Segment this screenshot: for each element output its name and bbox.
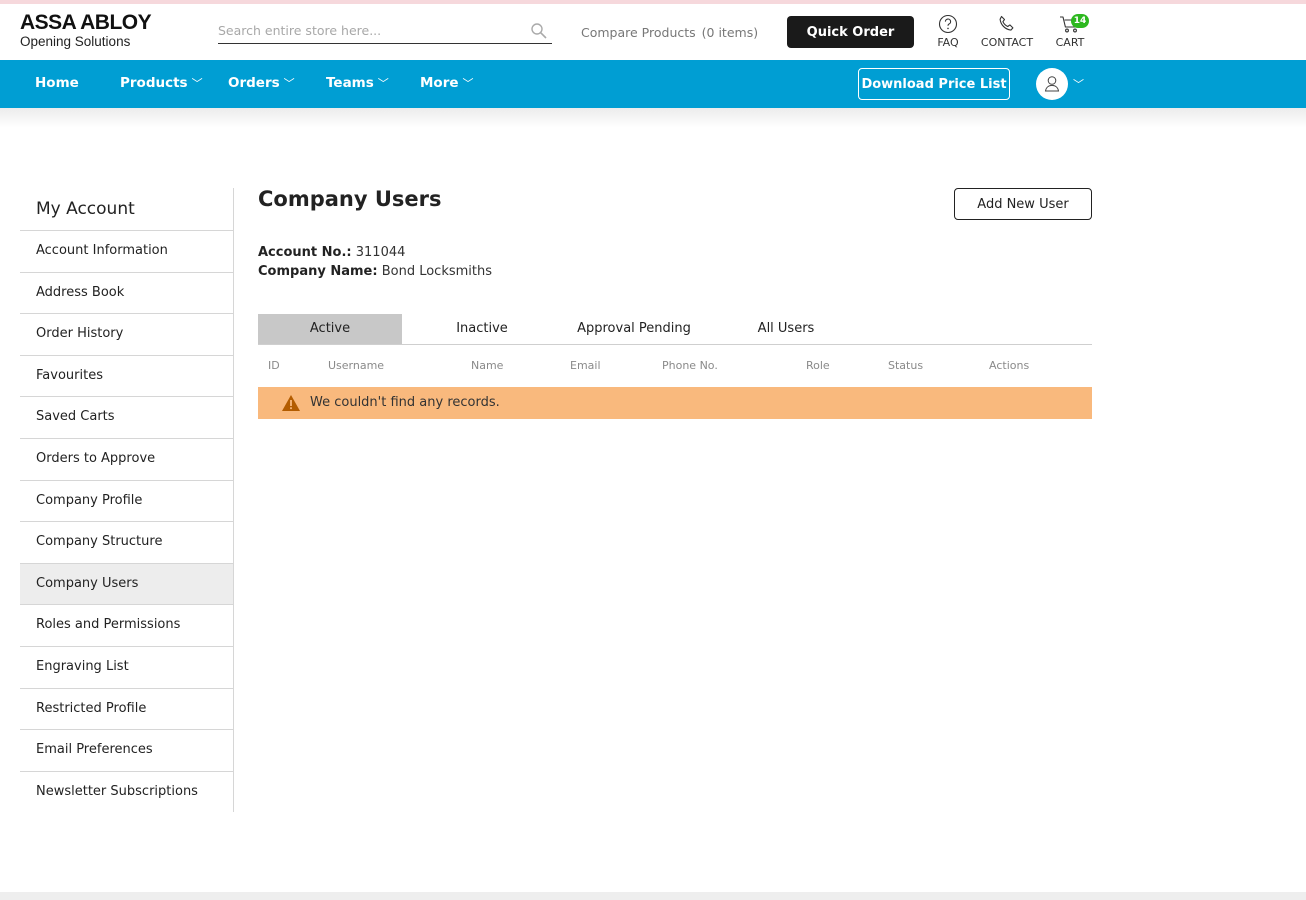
faq-link[interactable]: FAQ [930,14,966,49]
chevron-down-icon: ﹀ [283,77,295,90]
contact-link[interactable]: CONTACT [978,14,1036,49]
tab-inactive[interactable]: Inactive [432,314,532,344]
account-chevron-down-icon[interactable]: ﹀ [1073,76,1084,92]
sidebar-item-restricted-profile[interactable]: Restricted Profile [20,687,233,730]
column-header-role[interactable]: Role [806,359,830,372]
account-number-value: 311044 [355,245,406,260]
user-status-tabs: Active Inactive Approval Pending All Use… [258,314,1092,345]
tab-all-users[interactable]: All Users [742,314,830,344]
logo-subtext: Opening Solutions [20,34,131,49]
compare-products-link[interactable]: Compare Products (0 items) [581,25,758,40]
sidebar-item-orders-to-approve[interactable]: Orders to Approve [20,437,233,480]
company-name-value: Bond Locksmiths [381,264,493,279]
nav-shadow [0,108,1306,128]
nav-item-label: Home [35,75,79,91]
add-new-user-button[interactable]: Add New User [954,188,1092,220]
account-number-label: Account No.: [258,245,352,260]
company-name: Company Name: Bond Locksmiths [258,264,492,279]
sidebar-list: Account Information Address Book Order H… [20,230,233,812]
empty-records-message: We couldn't find any records. [310,395,500,410]
nav-item-home[interactable]: Home [35,75,79,91]
sidebar-item-company-users[interactable]: Company Users [20,562,233,605]
chevron-down-icon: ﹀ [462,77,474,90]
sidebar-item-account-information[interactable]: Account Information [20,230,233,272]
quick-order-button[interactable]: Quick Order [787,16,914,48]
nav-item-label: Products [120,75,188,91]
search-input[interactable] [218,18,518,42]
chevron-down-icon: ﹀ [377,77,389,90]
cart-count-badge: 14 [1071,14,1089,28]
nav-item-label: Orders [228,75,280,91]
chevron-down-icon: ﹀ [191,77,203,90]
compare-label: Compare Products [581,25,696,40]
phone-icon [999,15,1014,31]
sidebar-item-company-profile[interactable]: Company Profile [20,479,233,522]
assa-abloy-logo[interactable]: ASSA ABLOY Opening Solutions [20,11,152,50]
column-header-id[interactable]: ID [268,359,280,372]
tab-approval-pending[interactable]: Approval Pending [564,314,704,344]
nav-item-teams[interactable]: Teams ﹀ [326,75,389,91]
sidebar-item-address-book[interactable]: Address Book [20,271,233,314]
account-sidebar: My Account Account Information Address B… [20,188,234,812]
sidebar-item-newsletter-subscriptions[interactable]: Newsletter Subscriptions [20,770,233,813]
sidebar-item-engraving-list[interactable]: Engraving List [20,645,233,688]
sidebar-item-roles-and-permissions[interactable]: Roles and Permissions [20,604,233,646]
warning-icon [282,395,300,411]
tab-active[interactable]: Active [258,314,402,344]
cart-link[interactable]: CART 14 [1050,14,1090,49]
sidebar-item-order-history[interactable]: Order History [20,313,233,355]
nav-item-label: More [420,75,459,91]
column-header-phone[interactable]: Phone No. [662,359,718,372]
sidebar-item-company-structure[interactable]: Company Structure [20,521,233,563]
footer-band [0,892,1306,900]
main-nav: Home Products ﹀ Orders ﹀ Teams ﹀ More ﹀ Down… [0,60,1306,108]
faq-label: FAQ [937,36,959,49]
logo-text: ASSA ABLOY [20,11,152,34]
compare-count: (0 items) [701,25,759,40]
empty-records-alert: We couldn't find any records. [258,387,1092,419]
cart-label: CART [1055,36,1085,49]
column-header-actions[interactable]: Actions [989,359,1029,372]
user-avatar[interactable] [1036,68,1068,100]
user-icon [1044,76,1060,92]
column-header-name[interactable]: Name [471,359,503,372]
download-price-list-button[interactable]: Download Price List [858,68,1010,100]
site-header: ASSA ABLOY Opening Solutions Compare Pro… [0,4,1306,60]
column-header-status[interactable]: Status [888,359,923,372]
sidebar-item-email-preferences[interactable]: Email Preferences [20,729,233,771]
sidebar-title: My Account [36,199,135,219]
nav-item-more[interactable]: More ﹀ [420,75,474,91]
nav-item-label: Teams [326,75,374,91]
page-title: Company Users [258,187,442,211]
column-header-username[interactable]: Username [328,359,384,372]
sidebar-item-saved-carts[interactable]: Saved Carts [20,396,233,438]
help-icon [938,14,958,34]
nav-item-orders[interactable]: Orders ﹀ [228,75,295,91]
contact-label: CONTACT [980,36,1034,49]
sidebar-item-favourites[interactable]: Favourites [20,354,233,397]
search-icon[interactable] [530,22,548,40]
search-box [218,18,552,44]
column-header-email[interactable]: Email [570,359,601,372]
company-name-label: Company Name: [258,264,378,279]
account-number: Account No.: 311044 [258,245,405,260]
nav-item-products[interactable]: Products ﹀ [120,75,203,91]
